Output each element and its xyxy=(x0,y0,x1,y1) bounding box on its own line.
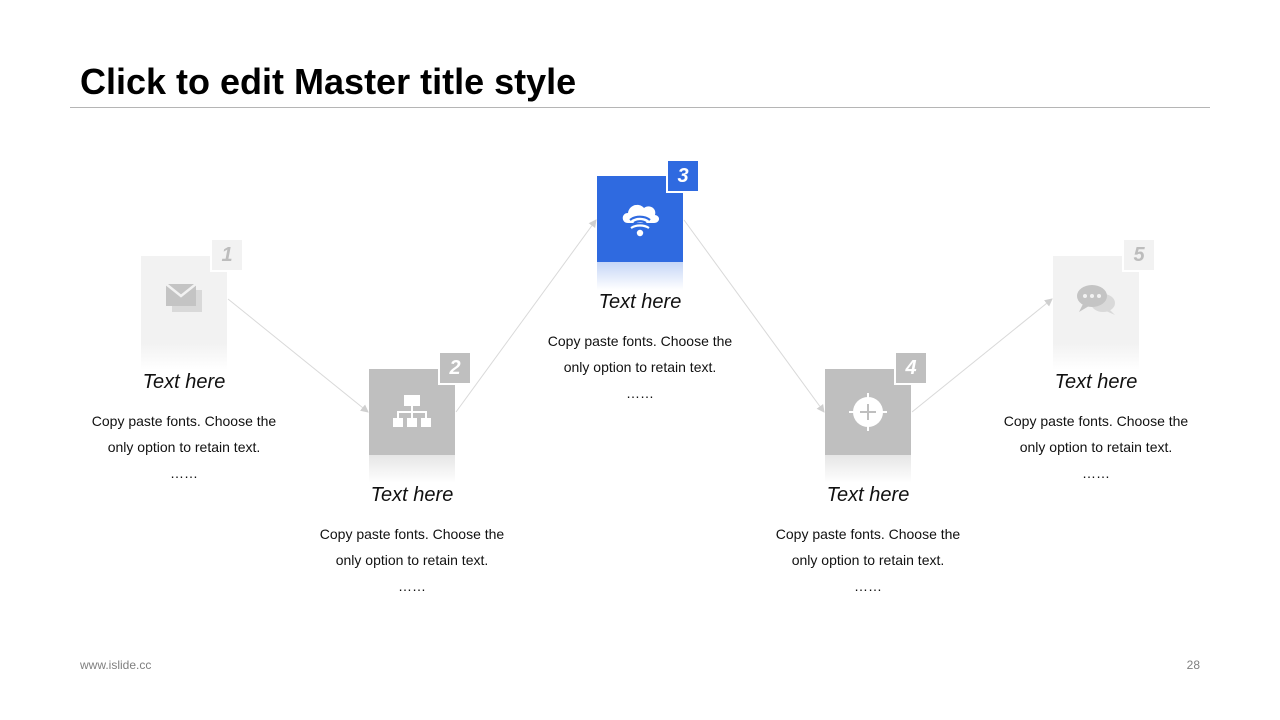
step-4-description[interactable]: Copy paste fonts. Choose the only option… xyxy=(748,521,988,599)
step-4-heading[interactable]: Text here xyxy=(748,482,988,508)
step-5-desc-line-2: only option to retain text. xyxy=(1019,439,1173,455)
step-1-heading[interactable]: Text here xyxy=(64,369,304,395)
step-3-number-badge: 3 xyxy=(666,159,700,193)
step-5-desc-line-1: Copy paste fonts. Choose the xyxy=(1003,413,1189,429)
cloud-wifi-icon xyxy=(622,204,660,237)
page-number: 28 xyxy=(1186,658,1200,672)
footer-url: www.islide.cc xyxy=(80,658,152,672)
slide: Click to edit Master title style 1 Text … xyxy=(0,0,1280,720)
envelope-icon xyxy=(165,283,202,312)
step-1-desc-line-2: only option to retain text. xyxy=(107,439,261,455)
sitemap-icon xyxy=(393,395,431,427)
chat-bubbles-icon xyxy=(1077,285,1115,315)
step-2-desc-ellipsis: …… xyxy=(398,578,426,594)
step-4-desc-line-1: Copy paste fonts. Choose the xyxy=(775,526,961,542)
step-4-desc-line-2: only option to retain text. xyxy=(791,552,945,568)
connector-1-2 xyxy=(227,298,369,413)
step-5-desc-ellipsis: …… xyxy=(1082,465,1110,481)
step-5-number-badge: 5 xyxy=(1122,238,1156,272)
step-3-desc-line-1: Copy paste fonts. Choose the xyxy=(547,333,733,349)
step-2-heading[interactable]: Text here xyxy=(292,482,532,508)
step-4-desc-ellipsis: …… xyxy=(854,578,882,594)
step-1-number-badge: 1 xyxy=(210,238,244,272)
step-1-description[interactable]: Copy paste fonts. Choose the only option… xyxy=(64,408,304,486)
step-3-desc-ellipsis: …… xyxy=(626,385,654,401)
step-1-desc-ellipsis: …… xyxy=(170,465,198,481)
step-1-desc-line-1: Copy paste fonts. Choose the xyxy=(91,413,277,429)
step-3-desc-line-2: only option to retain text. xyxy=(563,359,717,375)
step-2-desc-line-2: only option to retain text. xyxy=(335,552,489,568)
crosshair-icon xyxy=(849,393,887,431)
step-5-heading[interactable]: Text here xyxy=(976,369,1216,395)
step-5-description[interactable]: Copy paste fonts. Choose the only option… xyxy=(976,408,1216,486)
step-2-desc-line-1: Copy paste fonts. Choose the xyxy=(319,526,505,542)
step-3-description[interactable]: Copy paste fonts. Choose the only option… xyxy=(520,328,760,406)
step-4-number-badge: 4 xyxy=(894,351,928,385)
step-3-heading[interactable]: Text here xyxy=(520,289,760,315)
step-2-description[interactable]: Copy paste fonts. Choose the only option… xyxy=(292,521,532,599)
connector-4-5 xyxy=(911,298,1053,413)
step-2-number-badge: 2 xyxy=(438,351,472,385)
